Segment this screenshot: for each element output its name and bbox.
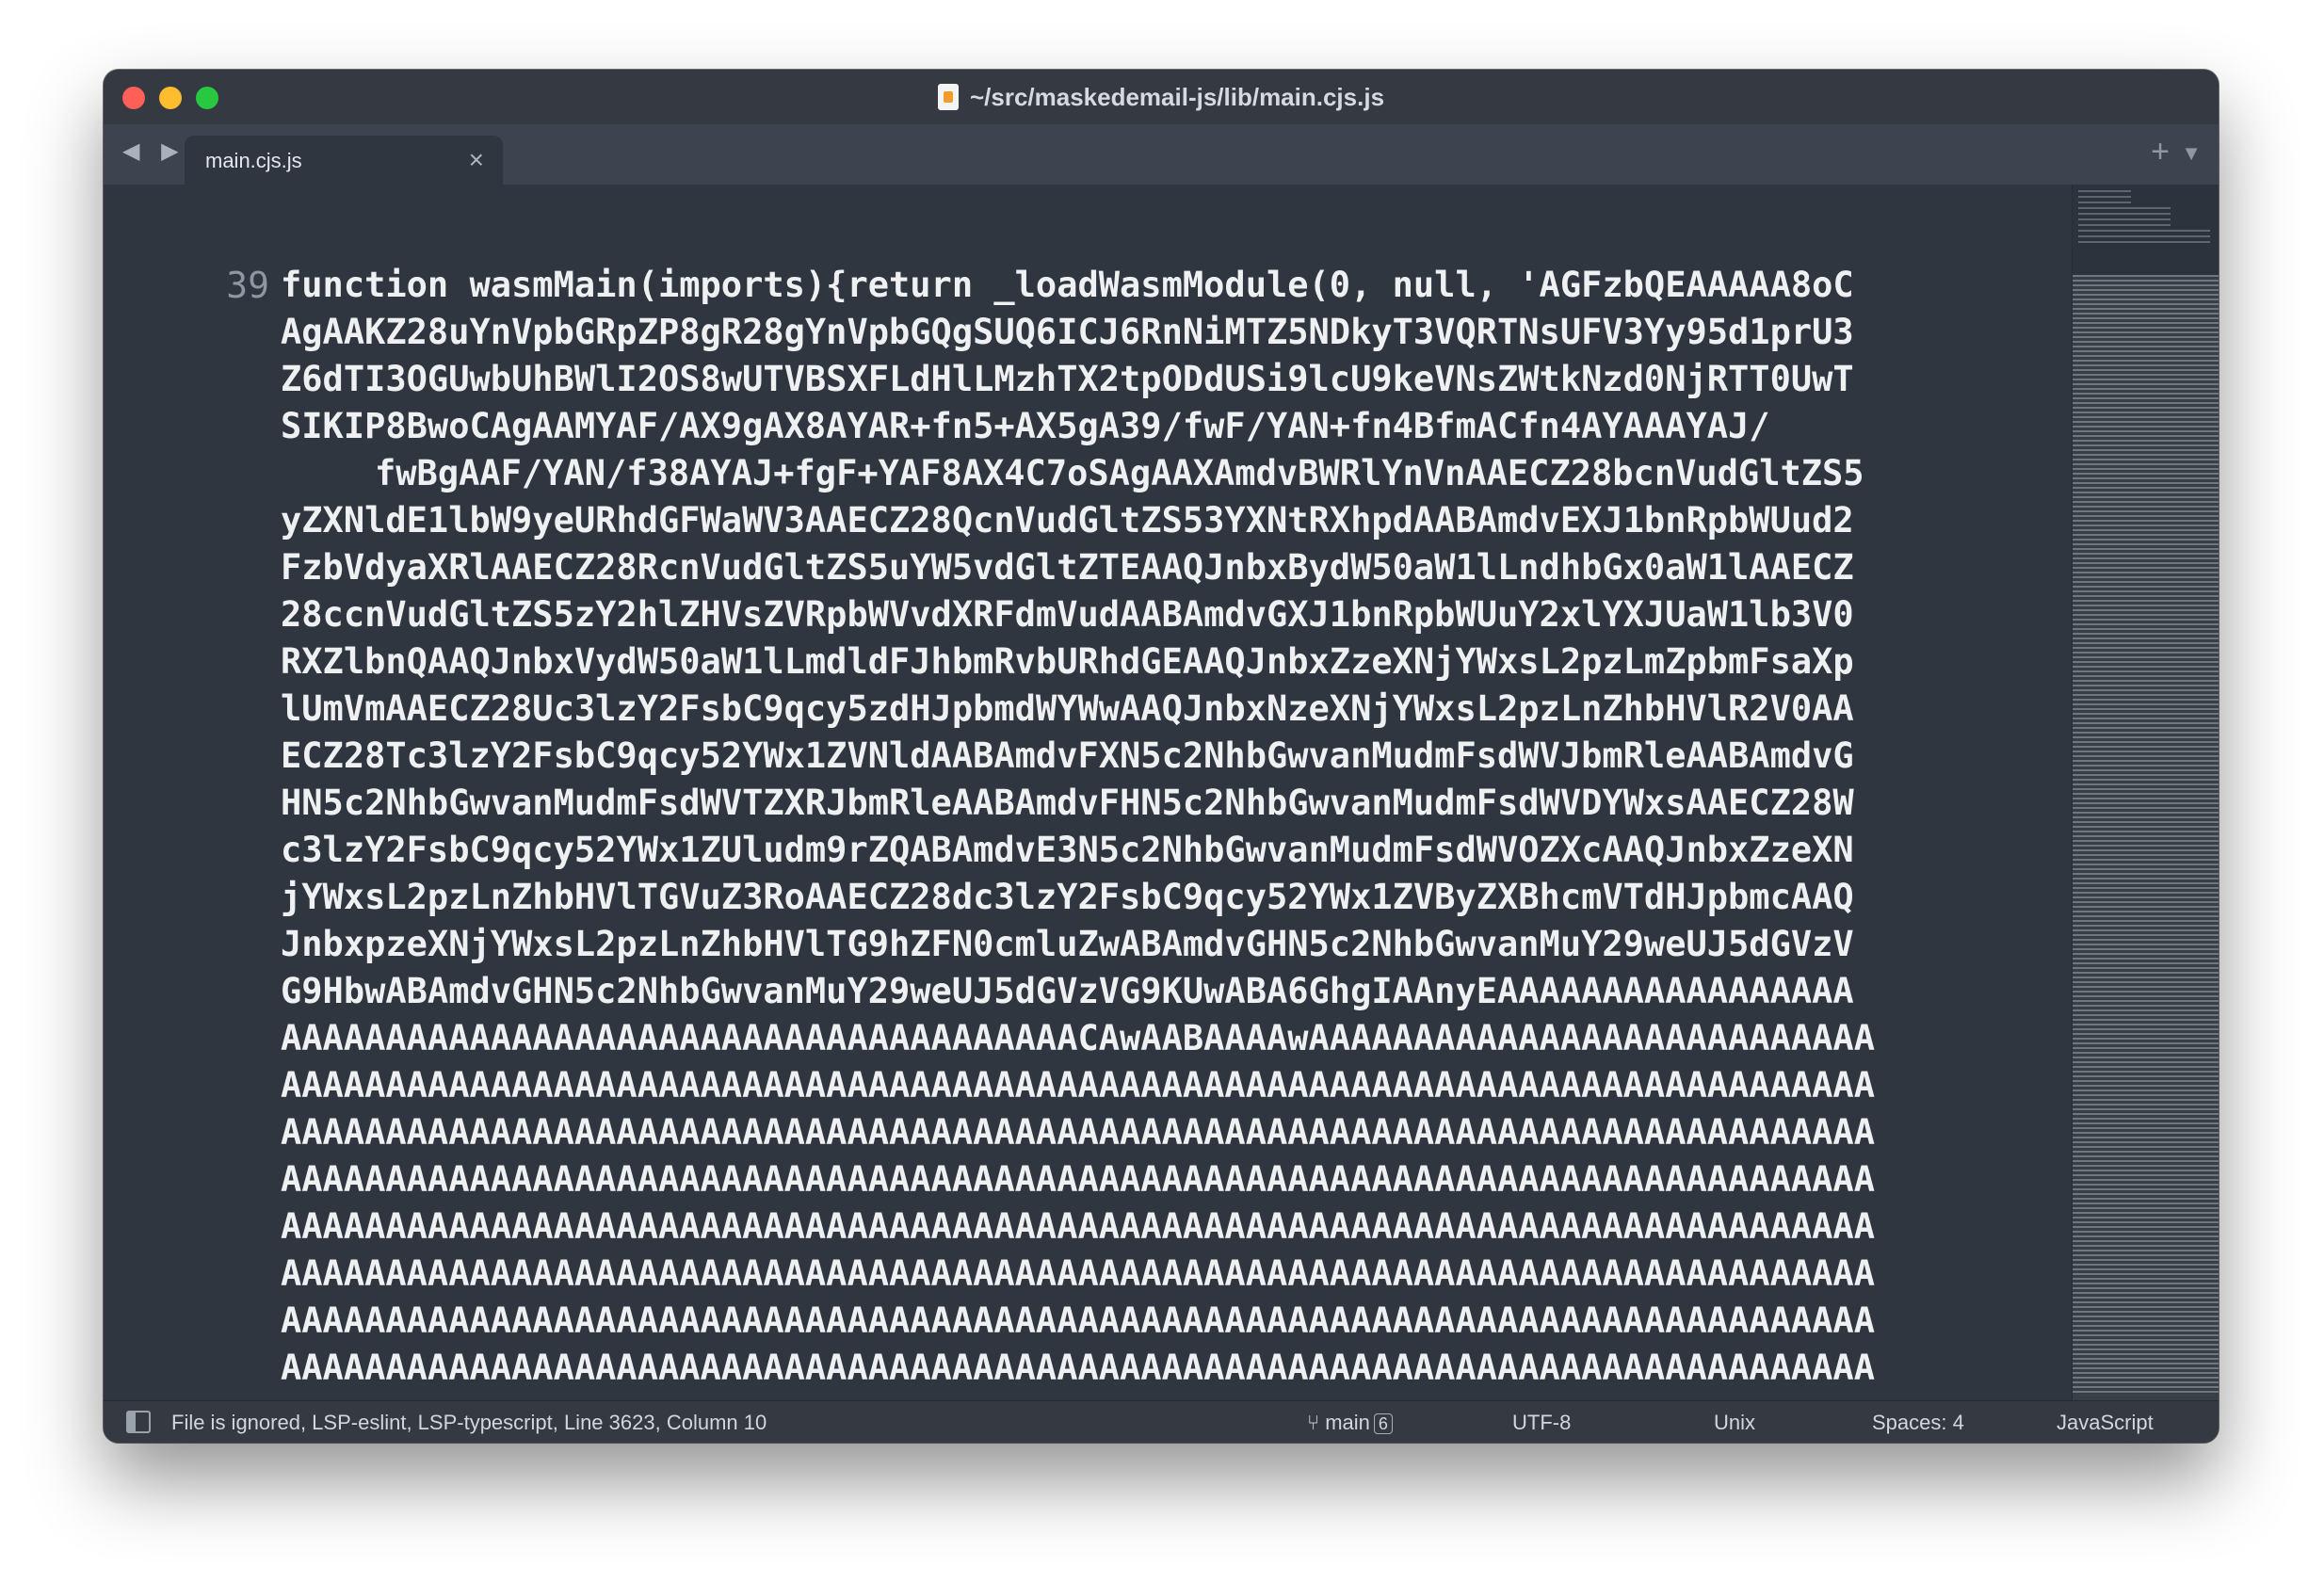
title-bar: ~/src/maskedemail-js/lib/main.cjs.js (104, 70, 2219, 125)
syntax-status[interactable]: JavaScript (2057, 1411, 2154, 1435)
code-line[interactable]: HN5c2NhbGwvanMudmFsdWVTZXRJbmRleAABAmdvF… (281, 780, 2051, 827)
line-number: 39 (226, 265, 269, 306)
code-line[interactable]: function wasmMain(imports){return _loadW… (281, 262, 2051, 309)
code-line[interactable]: AAAAAAAAAAAAAAAAAAAAAAAAAAAAAAAAAAAAAAAA… (281, 1062, 2051, 1109)
tab-close-icon[interactable]: × (469, 145, 484, 175)
code-line[interactable]: AAAAAAAAAAAAAAAAAAAAAAAAAAAAAAAAAAAAAAAA… (281, 1345, 2051, 1392)
code-line[interactable]: AAAAAAAAAAAAAAAAAAAAAAAAAAAAAAAAAAAAAAAA… (281, 1203, 2051, 1251)
code-line[interactable]: yZXNldE1lbW9yeURhdGFWaWV3AAECZ28QcnVudGl… (281, 497, 2051, 544)
minimap[interactable] (2072, 185, 2219, 1443)
code-line[interactable]: AgAAKZ28uYnVpbGRpZP8gR28gYnVpbGQgSUQ6ICJ… (281, 309, 2051, 356)
encoding-status[interactable]: UTF-8 (1512, 1411, 1571, 1435)
code-line[interactable]: 28ccnVudGltZS5zY2hlZHVsZVRpbWVvdXRFdmVud… (281, 591, 2051, 638)
code-line[interactable]: AAAAAAAAAAAAAAAAAAAAAAAAAAAAAAAAAAAAAAAA… (281, 1109, 2051, 1156)
tab-main-cjs-js[interactable]: main.cjs.js × (185, 136, 503, 185)
code-line[interactable]: AAAAAAAAAAAAAAAAAAAAAAAAAAAAAAAAAAAAAAAA… (281, 1156, 2051, 1203)
code-line[interactable]: FzbVdyaXRlAAECZ28RcnVudGltZS5uYW5vdGltZT… (281, 544, 2051, 591)
tab-list-menu-icon[interactable]: ▼ (2181, 141, 2202, 166)
code-line[interactable]: c3lzY2FsbC9qcy52YWx1ZUludm9rZQABAmdvE3N5… (281, 827, 2051, 874)
code-line[interactable]: lUmVmAAECZ28Uc3lzY2FsbC9qcy5zdHJpbmdWYWw… (281, 686, 2051, 733)
status-text: File is ignored, LSP-eslint, LSP-typescr… (171, 1411, 767, 1434)
branch-badge: 6 (1373, 1413, 1393, 1434)
code-line[interactable]: Z6dTI3OGUwbUhBWlI2OS8wUTVBSXFLdHlLMzhTX2… (281, 356, 2051, 403)
editor-window: ~/src/maskedemail-js/lib/main.cjs.js ◀ ▶… (104, 70, 2219, 1443)
code-line[interactable]: jYWxsL2pzLnZhbHVlTGVuZ3RoAAECZ28dc3lzY2F… (281, 874, 2051, 921)
status-bar: File is ignored, LSP-eslint, LSP-typescr… (104, 1400, 2219, 1443)
minimap-viewport[interactable] (2073, 275, 2219, 1405)
code-line[interactable]: RXZlbnQAAQJnbxVydW50aW1lLmdldFJhbmRvbURh… (281, 638, 2051, 686)
git-branch-icon: ⑂ (1307, 1411, 1320, 1434)
tab-bar: ◀ ▶ main.cjs.js × + ▼ (104, 124, 2219, 185)
git-branch-status[interactable]: ⑂ main 6 (1307, 1411, 1393, 1435)
indentation-status[interactable]: Spaces: 4 (1872, 1411, 1964, 1435)
code-line[interactable]: SIKIP8BwoCAgAAMYAF/AX9gAX8AYAR+fn5+AX5gA… (281, 403, 2051, 450)
javascript-file-icon (937, 84, 959, 110)
code-text[interactable]: function wasmMain(imports){return _loadW… (281, 262, 2051, 1443)
code-line[interactable]: AAAAAAAAAAAAAAAAAAAAAAAAAAAAAAAAAAAAAAAA… (281, 1298, 2051, 1345)
minimap-preview-top (2078, 190, 2210, 243)
code-line[interactable]: JnbxpzeXNjYWxsL2pzLnZhbHVlTG9hZFN0cmluZw… (281, 921, 2051, 968)
code-line[interactable]: AAAAAAAAAAAAAAAAAAAAAAAAAAAAAAAAAAAAAAAA… (281, 1251, 2051, 1298)
code-line[interactable]: ECZ28Tc3lzY2FsbC9qcy52YWx1ZVNldAABAmdvFX… (281, 733, 2051, 780)
new-tab-icon[interactable]: + (2151, 134, 2170, 170)
code-line[interactable]: AAAAAAAAAAAAAAAAAAAAAAAAAAAAAAAAAAAAAACA… (281, 1015, 2051, 1062)
sidebar-toggle-icon[interactable] (126, 1411, 151, 1433)
code-editor[interactable]: 39 function wasmMain(imports){return _lo… (104, 185, 2072, 1443)
window-title: ~/src/maskedemail-js/lib/main.cjs.js (969, 82, 1385, 111)
branch-name: main (1325, 1411, 1370, 1434)
code-line[interactable]: G9HbwABAmdvGHN5c2NhbGwvanMuY29weUJ5dGVzV… (281, 968, 2051, 1015)
code-line[interactable]: fwBgAAF/YAN/f38AYAJ+fgF+YAF8AX4C7oSAgAAX… (281, 450, 2051, 497)
tab-label: main.cjs.js (205, 149, 302, 172)
line-endings-status[interactable]: Unix (1714, 1411, 1755, 1435)
title-wrap: ~/src/maskedemail-js/lib/main.cjs.js (104, 70, 2219, 124)
tab-navigation-arrows-icon[interactable]: ◀ ▶ (122, 137, 186, 165)
